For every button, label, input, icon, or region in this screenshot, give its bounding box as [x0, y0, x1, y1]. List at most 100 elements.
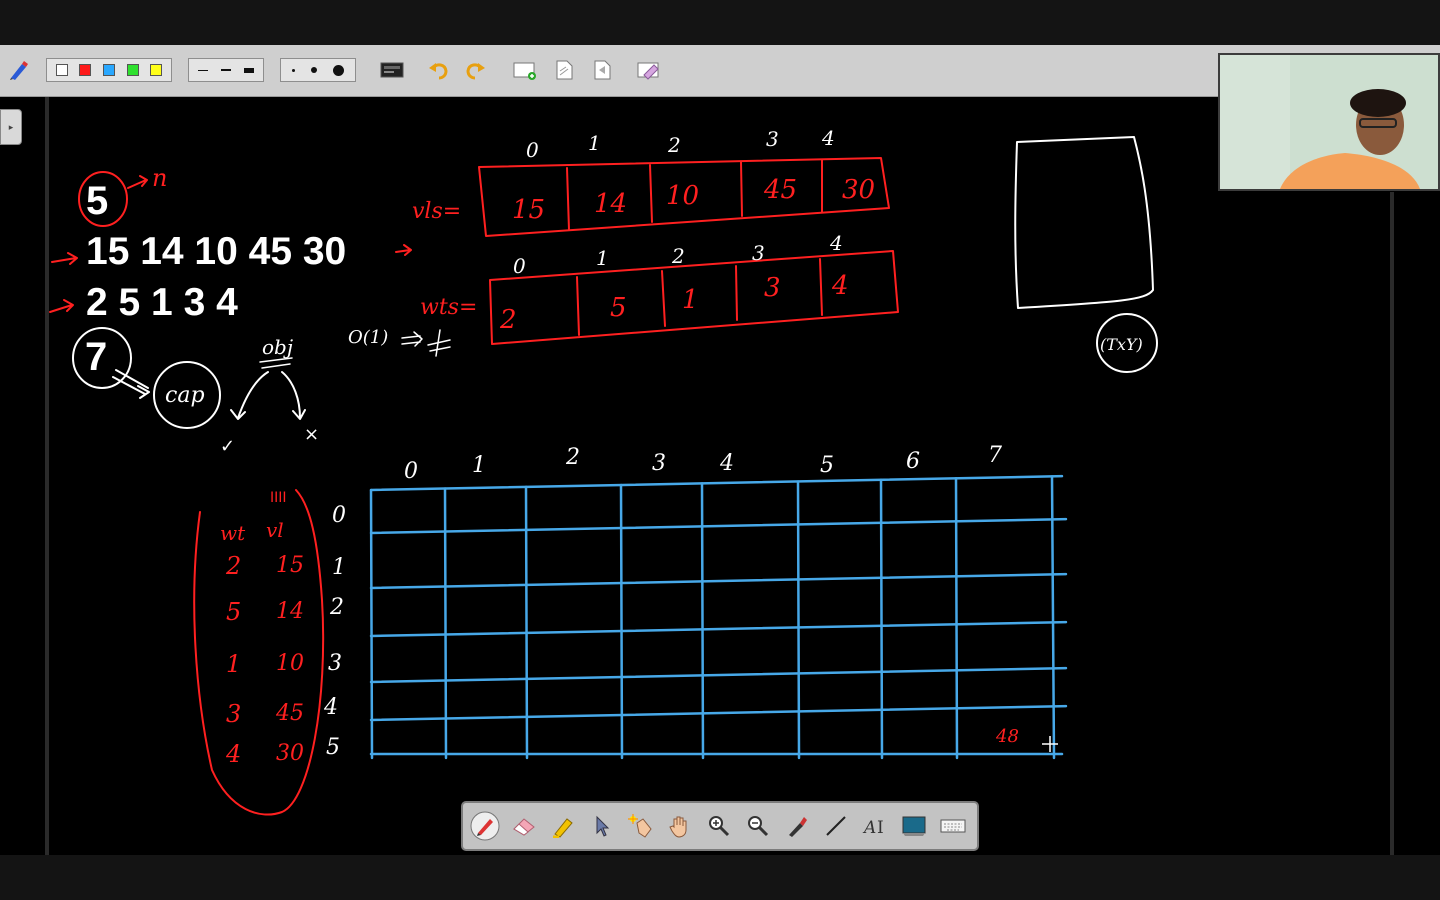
item-vl: 15: [276, 553, 304, 578]
laser-pointer-icon[interactable]: [625, 810, 657, 842]
dp-col-line: [954, 477, 959, 760]
wts-values: 2 5 1 3 4: [499, 271, 849, 335]
pan-hand-icon[interactable]: [664, 810, 696, 842]
item-rows: 2 15 5 14 1 10 3 45 4 30: [225, 552, 304, 768]
item-wt: 4: [225, 740, 241, 768]
dp-row-label: 3: [328, 651, 342, 676]
dp-row-line: [369, 620, 1068, 638]
whiteboard-canvas[interactable]: 5 n 15 14 10 45 30 2 5 1 3 4 7 cap obj ✓…: [0, 96, 1440, 855]
side-note: (TxY): [1100, 335, 1143, 354]
window-top-bar: [0, 0, 1440, 45]
dp-row-label: 4: [323, 695, 338, 720]
line-icon[interactable]: [820, 810, 852, 842]
keyboard-icon[interactable]: [937, 810, 969, 842]
branch-left: [230, 371, 269, 420]
dp-row-label: 2: [329, 595, 344, 620]
text-tool-icon[interactable]: AI: [859, 810, 891, 842]
undo-icon[interactable]: [425, 57, 451, 83]
dp-col-label: 2: [565, 445, 580, 470]
side-panel-toggle[interactable]: ▸: [0, 109, 22, 145]
brush-icon[interactable]: [781, 810, 813, 842]
color-green-swatch[interactable]: [126, 64, 139, 76]
dp-row-line: [369, 517, 1068, 535]
dp-row-line: [369, 666, 1068, 684]
pen-icon[interactable]: [469, 810, 501, 842]
vls-index: 2: [667, 133, 681, 157]
line-width-thick[interactable]: [243, 67, 254, 73]
dot-size-group: [280, 58, 356, 82]
line-width-thin[interactable]: [198, 69, 209, 71]
color-yellow-swatch[interactable]: [150, 64, 163, 76]
line-width-medium[interactable]: [220, 69, 231, 71]
color-white-swatch[interactable]: [55, 64, 68, 76]
item-wt: 1: [226, 650, 241, 678]
dp-row-label: 5: [326, 735, 340, 760]
zoom-in-icon[interactable]: [703, 810, 735, 842]
dp-col-label: 1: [472, 453, 486, 478]
objective-fn-arrow: [401, 331, 423, 347]
zoom-out-icon[interactable]: [742, 810, 774, 842]
wts-label: wts=: [420, 295, 477, 320]
page-icon[interactable]: [551, 57, 577, 83]
new-page-icon[interactable]: [511, 57, 539, 83]
vls-values: 15 14 10 45 30: [512, 175, 875, 225]
dp-col-line: [796, 480, 801, 760]
dp-col-labels: 0 1 2 3 4 5 6 7: [404, 443, 1002, 484]
dp-col-label: 4: [719, 451, 734, 476]
item-list: IIII wt vl 2 15 5 14 1 10 3 45 4 30: [193, 489, 325, 816]
vls-value: 10: [666, 181, 699, 211]
dp-row-label: 0: [332, 503, 346, 528]
redo-icon[interactable]: [463, 57, 489, 83]
previous-page-icon[interactable]: [589, 57, 615, 83]
wts-value: 2: [499, 305, 517, 335]
side-panel-arrow-icon: ▸: [8, 121, 14, 132]
screen-capture-icon[interactable]: [379, 57, 405, 83]
pointer-icon[interactable]: [586, 810, 618, 842]
dp-table: 0 1 2 3 4 5 6 7 0 1 2 3 4 5 48: [323, 443, 1068, 760]
item-wt: 5: [226, 598, 241, 626]
item-vl: 30: [276, 741, 304, 766]
item-vl: 14: [276, 599, 304, 624]
dp-col-line: [879, 478, 884, 760]
dp-col-line: [619, 483, 624, 760]
dp-row-labels: 0 1 2 3 4 5: [323, 503, 346, 760]
dp-row-line: [369, 474, 1064, 492]
vls-label: vls=: [412, 199, 461, 224]
header-vl: vl: [266, 518, 284, 542]
wts-index: 1: [596, 246, 609, 270]
item-wt: 2: [225, 552, 241, 580]
background-icon[interactable]: [898, 810, 930, 842]
values-row: 15 14 10 45 30: [86, 230, 346, 273]
dp-row-line: [369, 704, 1068, 722]
line-width-group: [188, 58, 264, 82]
pen-toolbar: AI: [461, 801, 979, 851]
wts-value: 4: [831, 271, 849, 301]
left-notes: 5 n 15 14 10 45 30 2 5 1 3 4 7 cap obj ✓…: [49, 164, 451, 457]
branch-right: [281, 371, 306, 420]
knapsack-box: (TxY): [1014, 136, 1158, 373]
eraser-icon[interactable]: [508, 810, 540, 842]
wts-indices: 0 1 2 3 4: [513, 231, 843, 278]
wts-index: 3: [752, 241, 765, 265]
dp-col-label: 7: [988, 443, 1002, 468]
color-blue-swatch[interactable]: [102, 64, 115, 76]
wts-value: 5: [610, 293, 627, 323]
dp-col-label: 0: [404, 459, 418, 484]
n-arrow: [127, 175, 148, 189]
color-red-swatch[interactable]: [79, 64, 92, 76]
dp-grid: [369, 474, 1068, 760]
objective-fn-mark: [427, 329, 451, 357]
dot-size-large[interactable]: [333, 64, 344, 76]
dp-col-line: [700, 482, 705, 760]
webcam-overlay[interactable]: [1218, 53, 1440, 191]
dot-size-small[interactable]: [292, 68, 295, 72]
pen-settings-icon[interactable]: [6, 57, 32, 83]
vls-index: 3: [766, 127, 779, 151]
crosshair-cursor: [1042, 736, 1058, 752]
dot-size-medium[interactable]: [311, 67, 317, 73]
highlighter-icon[interactable]: [547, 810, 579, 842]
clear-icon[interactable]: [635, 57, 663, 83]
vls-value: 30: [842, 175, 875, 205]
vls-array: vls= 0 1 2 3 4 15 14 10 45 30: [412, 126, 890, 237]
weights-row: 2 5 1 3 4: [86, 281, 238, 324]
